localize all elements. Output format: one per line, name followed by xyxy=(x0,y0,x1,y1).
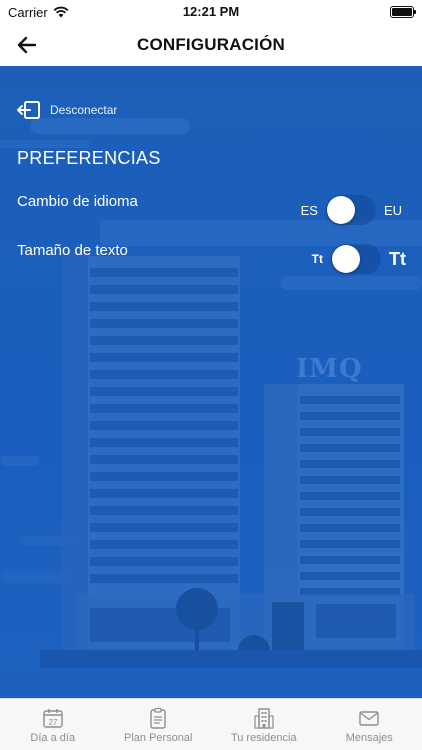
carrier-label: Carrier xyxy=(8,4,48,20)
arrow-left-icon xyxy=(17,36,37,54)
language-label: Cambio de idioma xyxy=(17,193,138,210)
calendar-day: 27 xyxy=(48,718,57,727)
tab-bar: 27 Día a día Plan Personal Tu residencia xyxy=(0,698,422,750)
tab-label: Día a día xyxy=(30,732,76,744)
text-size-toggle-row: Tt Tt xyxy=(312,244,406,274)
tab-label: Tu residencia xyxy=(230,732,297,744)
logout-icon xyxy=(17,101,40,119)
page-title: CONFIGURACIÓN xyxy=(136,35,286,54)
back-button[interactable] xyxy=(14,32,40,58)
disconnect-label: Desconectar xyxy=(50,103,118,117)
language-toggle[interactable] xyxy=(325,195,376,225)
envelope-icon xyxy=(359,711,379,726)
tab-plan-personal[interactable]: Plan Personal xyxy=(106,699,212,750)
disconnect-button[interactable]: Desconectar xyxy=(16,100,117,120)
status-bar: Carrier 12:21 PM xyxy=(0,0,422,24)
language-toggle-knob xyxy=(326,196,355,224)
clipboard-icon xyxy=(150,707,166,729)
tab-tu-residencia[interactable]: Tu residencia xyxy=(211,699,317,750)
text-size-toggle[interactable] xyxy=(331,244,381,274)
wifi-icon xyxy=(53,6,69,18)
tab-label: Mensajes xyxy=(345,732,393,744)
battery-icon xyxy=(390,6,416,18)
language-option-eu: EU xyxy=(383,202,402,218)
text-size-toggle-knob xyxy=(332,245,360,273)
building-sign: IMQ xyxy=(296,354,363,384)
language-option-es: ES xyxy=(300,202,318,218)
navigation-bar: CONFIGURACIÓN xyxy=(0,24,422,66)
settings-panel: IMQ Desconectar PREFERENCIAS Cambio de i… xyxy=(0,66,422,698)
tab-dia-a-dia[interactable]: 27 Día a día xyxy=(0,699,106,750)
language-toggle-row: ES EU xyxy=(301,195,402,225)
text-size-large-option: Tt xyxy=(389,248,406,269)
section-title: PREFERENCIAS xyxy=(17,148,161,168)
calendar-icon: 27 xyxy=(43,709,63,728)
status-left: Carrier xyxy=(8,5,69,20)
tab-mensajes[interactable]: Mensajes xyxy=(317,699,422,750)
tab-label: Plan Personal xyxy=(124,732,193,744)
text-size-small-option: Tt xyxy=(311,252,323,266)
text-size-label: Tamaño de texto xyxy=(17,242,128,259)
building-icon xyxy=(254,708,274,729)
